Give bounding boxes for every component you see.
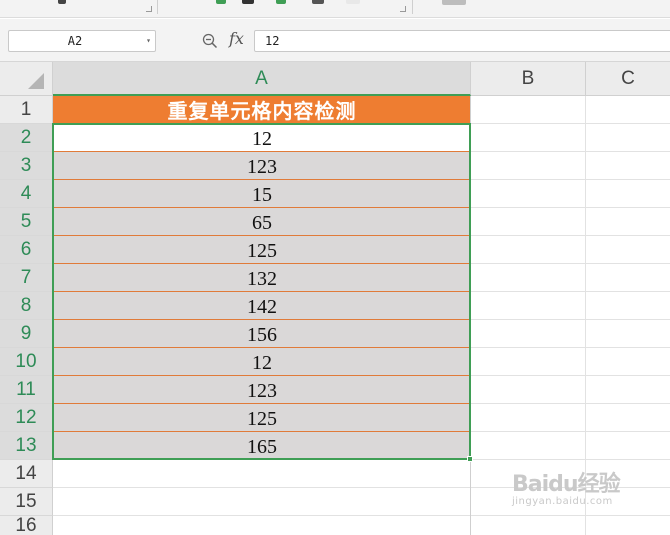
select-all-button[interactable] xyxy=(0,62,53,96)
column-divider xyxy=(470,96,471,535)
name-box[interactable]: A2 ▾ xyxy=(8,30,156,52)
column-header-c[interactable]: C xyxy=(586,62,670,96)
ribbon-fragment xyxy=(276,0,286,4)
cell-b6[interactable] xyxy=(471,236,586,264)
cell-b4[interactable] xyxy=(471,180,586,208)
cell-b1[interactable] xyxy=(471,96,586,124)
ribbon-group-launcher-icon[interactable] xyxy=(146,6,152,12)
row-header-10[interactable]: 10 xyxy=(0,348,53,376)
cell-b16[interactable] xyxy=(471,516,586,535)
cell-b3[interactable] xyxy=(471,152,586,180)
zoom-out-icon[interactable] xyxy=(202,33,218,49)
name-box-value: A2 xyxy=(67,34,83,48)
cell-a7[interactable]: 132 xyxy=(53,264,471,292)
cell-b13[interactable] xyxy=(471,432,586,460)
cell-c16[interactable] xyxy=(586,516,670,535)
cell-a5[interactable]: 65 xyxy=(53,208,471,236)
cell-a6[interactable]: 125 xyxy=(53,236,471,264)
row-header-16[interactable]: 16 xyxy=(0,516,53,535)
cell-a12[interactable]: 125 xyxy=(53,404,471,432)
fx-icon[interactable]: fx xyxy=(229,29,244,48)
ribbon-fragment xyxy=(242,0,254,4)
select-all-triangle-icon xyxy=(28,73,44,89)
cell-c13[interactable] xyxy=(586,432,670,460)
row-header-3[interactable]: 3 xyxy=(0,152,53,180)
formula-bar: A2 ▾ fx 12 xyxy=(0,19,670,62)
cell-c5[interactable] xyxy=(586,208,670,236)
ribbon-separator xyxy=(157,0,158,14)
cell-b8[interactable] xyxy=(471,292,586,320)
row-header-7[interactable]: 7 xyxy=(0,264,53,292)
cell-b9[interactable] xyxy=(471,320,586,348)
watermark: Baidu经验 jingyan.baidu.com xyxy=(512,466,621,507)
header-cell-a1[interactable]: 重复单元格内容检测 xyxy=(53,96,471,124)
cell-a4[interactable]: 15 xyxy=(53,180,471,208)
cell-c10[interactable] xyxy=(586,348,670,376)
cell-b5[interactable] xyxy=(471,208,586,236)
cell-c7[interactable] xyxy=(586,264,670,292)
ribbon-fragment xyxy=(216,0,226,4)
ribbon-separator xyxy=(412,0,413,14)
fill-handle[interactable] xyxy=(467,456,473,462)
cell-c2[interactable] xyxy=(586,124,670,152)
cell-c1[interactable] xyxy=(586,96,670,124)
column-header-a[interactable]: A xyxy=(53,62,471,96)
row-header-2[interactable]: 2 xyxy=(0,124,53,152)
cell-b12[interactable] xyxy=(471,404,586,432)
cell-c6[interactable] xyxy=(586,236,670,264)
ribbon-fragment xyxy=(58,0,66,4)
cell-a8[interactable]: 142 xyxy=(53,292,471,320)
cell-b2[interactable] xyxy=(471,124,586,152)
cell-a11[interactable]: 123 xyxy=(53,376,471,404)
ribbon-fragment xyxy=(312,0,324,4)
row-header-9[interactable]: 9 xyxy=(0,320,53,348)
cell-a9[interactable]: 156 xyxy=(53,320,471,348)
cell-a15[interactable] xyxy=(53,488,471,516)
row-header-8[interactable]: 8 xyxy=(0,292,53,320)
row-header-12[interactable]: 12 xyxy=(0,404,53,432)
watermark-logo: Baidu经验 xyxy=(512,472,621,497)
cell-b10[interactable] xyxy=(471,348,586,376)
column-header-b[interactable]: B xyxy=(471,62,586,96)
cell-a16[interactable] xyxy=(53,516,471,535)
cell-c4[interactable] xyxy=(586,180,670,208)
cell-c12[interactable] xyxy=(586,404,670,432)
cell-c9[interactable] xyxy=(586,320,670,348)
row-header-1[interactable]: 1 xyxy=(0,96,53,124)
ribbon-strip xyxy=(0,0,670,18)
chevron-down-icon[interactable]: ▾ xyxy=(146,31,151,51)
cell-a2[interactable]: 12 xyxy=(53,124,471,152)
row-header-4[interactable]: 4 xyxy=(0,180,53,208)
watermark-url: jingyan.baidu.com xyxy=(512,496,613,507)
row-header-14[interactable]: 14 xyxy=(0,460,53,488)
cell-a13[interactable]: 165 xyxy=(53,432,471,460)
row-header-5[interactable]: 5 xyxy=(0,208,53,236)
row-header-11[interactable]: 11 xyxy=(0,376,53,404)
row-header-6[interactable]: 6 xyxy=(0,236,53,264)
ribbon-fragment xyxy=(442,0,466,5)
cell-b7[interactable] xyxy=(471,264,586,292)
cell-c8[interactable] xyxy=(586,292,670,320)
cell-a10[interactable]: 12 xyxy=(53,348,471,376)
ribbon-group-launcher-icon[interactable] xyxy=(400,6,406,12)
row-header-15[interactable]: 15 xyxy=(0,488,53,516)
cell-c3[interactable] xyxy=(586,152,670,180)
formula-input[interactable]: 12 xyxy=(254,30,670,52)
ribbon-fragment xyxy=(346,0,360,4)
cell-c11[interactable] xyxy=(586,376,670,404)
cell-a14[interactable] xyxy=(53,460,471,488)
cell-b11[interactable] xyxy=(471,376,586,404)
row-header-13[interactable]: 13 xyxy=(0,432,53,460)
cell-a3[interactable]: 123 xyxy=(53,152,471,180)
